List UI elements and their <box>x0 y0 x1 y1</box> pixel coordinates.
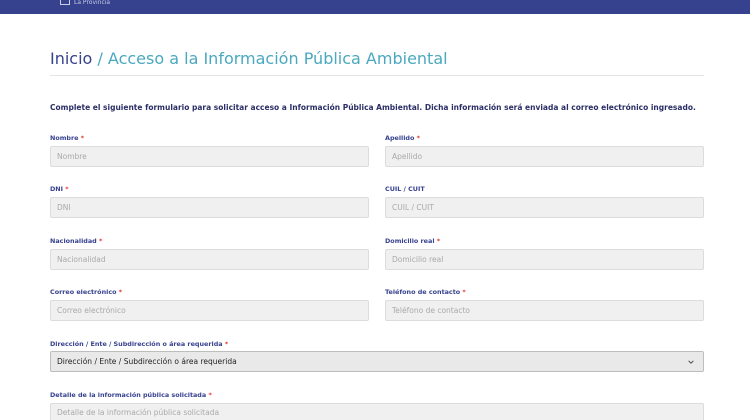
nombre-label: Nombre * <box>50 134 84 142</box>
cuil-label-text: CUIL / CUIT <box>385 185 425 193</box>
apellido-label: Apellido * <box>385 134 420 142</box>
correo-input[interactable] <box>50 300 369 321</box>
required-mark: * <box>224 340 229 348</box>
dni-input[interactable] <box>50 197 369 218</box>
nombre-label-text: Nombre <box>50 134 79 142</box>
brand-logo-icon <box>60 0 70 5</box>
form-intro-text: Complete el siguiente formulario para so… <box>50 103 696 112</box>
direccion-select-value: Dirección / Ente / Subdirección o área r… <box>57 357 237 366</box>
required-mark: * <box>416 134 420 142</box>
direccion-label-text: Dirección / Ente / Subdirección o área r… <box>50 340 223 348</box>
nacionalidad-label-text: Nacionalidad <box>50 237 97 245</box>
breadcrumb-separator: / <box>97 49 103 68</box>
brand[interactable]: La Provincia <box>60 0 110 6</box>
telefono-input[interactable] <box>385 300 704 321</box>
title-divider <box>50 75 704 76</box>
brand-text: La Provincia <box>74 0 111 6</box>
dni-label-text: DNI <box>50 185 64 193</box>
domicilio-label: Domicilio real * <box>385 237 440 245</box>
required-mark: * <box>118 288 123 296</box>
cuil-input[interactable] <box>385 197 704 218</box>
required-mark: * <box>65 185 69 193</box>
nacionalidad-input[interactable] <box>50 249 369 270</box>
direccion-select[interactable]: Dirección / Ente / Subdirección o área r… <box>50 351 704 372</box>
telefono-label: Teléfono de contacto * <box>385 288 466 296</box>
apellido-input[interactable] <box>385 146 704 167</box>
detalle-label: Detalle de la información pública solici… <box>50 391 212 399</box>
breadcrumb-current: Acceso a la Información Pública Ambienta… <box>107 49 448 68</box>
domicilio-label-text: Domicilio real <box>385 237 435 245</box>
required-mark: * <box>462 288 466 296</box>
dni-label: DNI * <box>50 185 69 193</box>
direccion-label: Dirección / Ente / Subdirección o área r… <box>50 340 228 348</box>
nacionalidad-label: Nacionalidad * <box>50 237 102 245</box>
required-mark: * <box>436 237 441 245</box>
correo-label: Correo electrónico * <box>50 288 122 296</box>
breadcrumb-home[interactable]: Inicio <box>50 49 92 68</box>
detalle-label-text: Detalle de la información pública solici… <box>50 391 207 399</box>
cuil-label: CUIL / CUIT <box>385 185 425 193</box>
detalle-input[interactable] <box>50 403 704 420</box>
top-header-bar: La Provincia <box>0 0 750 14</box>
nombre-input[interactable] <box>50 146 369 167</box>
required-mark: * <box>208 391 212 399</box>
apellido-label-text: Apellido <box>385 134 415 142</box>
chevron-down-icon <box>688 360 694 364</box>
required-mark: * <box>80 134 85 142</box>
domicilio-input[interactable] <box>385 249 704 270</box>
required-mark: * <box>98 237 103 245</box>
correo-label-text: Correo electrónico <box>50 288 117 296</box>
telefono-label-text: Teléfono de contacto <box>385 288 461 296</box>
page-title: Inicio / Acceso a la Información Pública… <box>50 49 448 68</box>
